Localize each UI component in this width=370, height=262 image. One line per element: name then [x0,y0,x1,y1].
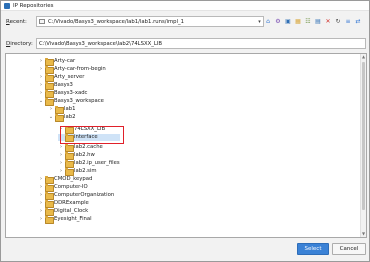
folder-open-icon [45,98,54,106]
folder-icon [65,168,74,176]
folder-icon [65,144,74,152]
window-title: IP Repositories [13,2,54,9]
folder-icon [65,152,74,160]
folder-icon [45,208,54,216]
title-bar: IP Repositories [1,1,369,11]
tree-item[interactable]: › DDRExample [38,199,89,208]
folder-icon [45,58,54,66]
tree-item[interactable]: › lab2.cache [58,143,103,152]
hierarchy-icon[interactable]: ☷ [304,18,312,26]
home-icon[interactable]: ⌂ [264,18,272,26]
chevron-right-icon[interactable]: › [38,90,44,96]
settings-icon[interactable]: ⚙ [274,18,282,26]
sync-icon[interactable]: ⇄ [354,18,362,26]
folder-icon [55,106,64,114]
tree-item[interactable]: ⌄ Basys3_workspace [38,97,104,106]
tree-item[interactable]: › CMOD_keypad [38,175,92,184]
collapse-icon[interactable]: ≡ [344,18,352,26]
desktop-icon[interactable]: ▣ [284,18,292,26]
tree-item[interactable]: › lab2.ip_user_files [58,159,120,168]
folder-open-icon [55,114,64,122]
folder-icon [45,192,54,200]
chevron-down-icon[interactable]: ⌄ [48,114,54,120]
directory-label: Directory: [6,40,33,47]
chevron-right-icon[interactable]: › [38,184,44,190]
folder-icon [45,74,54,82]
folder-icon [45,216,54,224]
recent-label: Recent: [6,18,27,25]
toolbar: ⌂ ⚙ ▣ ▦ ☷ ▤ ✕ ↻ ≡ ⇄ [264,16,362,27]
tree-item[interactable]: › Arty_server [38,73,84,82]
chevron-right-icon[interactable]: › [58,168,64,174]
tree-item[interactable]: › lab2.sim [58,167,97,176]
tree-item[interactable]: › Digital_Clock [38,207,88,216]
scroll-up-icon[interactable]: ▲ [361,54,366,60]
chevron-right-icon[interactable]: › [58,152,64,158]
folder-tree[interactable]: › Arty-car › Arty-car-from-begin › Arty_ser… [5,53,367,238]
chevron-right-icon[interactable]: › [38,208,44,214]
folder-icon [45,82,54,90]
chevron-down-icon[interactable]: ⌄ [38,98,44,104]
folder-icon [45,200,54,208]
ip-repositories-dialog: IP Repositories Recent: C:/Vivado/Basys3… [0,0,370,262]
directory-row: Directory: C:\Vivado\Basys3_workspace\la… [6,38,368,49]
chevron-right-icon[interactable]: › [58,160,64,166]
select-button[interactable]: Select [297,243,329,255]
recent-combobox[interactable]: C:/Vivado/Basys3_workspace/lab1/lab1.run… [36,16,264,27]
tree-item[interactable]: › lab1 [48,105,75,114]
tree-item[interactable]: › lab2.hw [58,151,95,160]
folder-icon [45,90,54,98]
directory-field[interactable]: C:\Vivado\Basys3_workspace\lab2\74LSXX_L… [36,38,366,49]
chevron-right-icon[interactable]: › [38,58,44,64]
tree-item[interactable]: › Basys3 [38,81,73,90]
folder-icon [45,176,54,184]
cancel-button[interactable]: Cancel [332,243,366,255]
chevron-right-icon[interactable]: › [58,144,64,150]
tree-item[interactable]: › Arty-car-from-begin [38,65,106,74]
chevron-right-icon[interactable]: › [38,82,44,88]
scroll-down-icon[interactable]: ▼ [361,231,366,237]
tree-item[interactable]: › Basys3-xadc [38,89,87,98]
delete-icon[interactable]: ✕ [324,18,332,26]
chevron-right-icon[interactable]: › [38,66,44,72]
folder-icon [45,184,54,192]
chevron-right-icon[interactable]: › [38,216,44,222]
chevron-right-icon[interactable]: › [38,176,44,182]
chevron-right-icon[interactable]: › [38,192,44,198]
refresh-icon[interactable]: ↻ [334,18,342,26]
folder-add-icon[interactable]: ▦ [294,18,302,26]
network-icon[interactable]: ▤ [314,18,322,26]
folder-icon [39,19,45,24]
chevron-down-icon[interactable]: ▾ [256,19,263,25]
recent-value: C:/Vivado/Basys3_workspace/lab1/lab1.run… [48,18,184,25]
tree-item[interactable]: ⌄ lab2 [48,113,75,122]
folder-icon [65,160,74,168]
vivado-app-icon [4,2,10,9]
tree-item[interactable]: › ComputerOrganization [38,191,114,200]
folder-icon [45,66,54,74]
chevron-right-icon[interactable]: › [38,74,44,80]
annotation-highlight-box [60,126,124,144]
tree-item[interactable]: › Computer-IO [38,183,88,192]
tree-item[interactable]: › Arty-car [38,57,75,66]
vertical-scrollbar[interactable]: ▲ ▼ [360,54,366,237]
scrollbar-thumb[interactable] [362,62,365,210]
chevron-right-icon[interactable]: › [48,106,54,112]
tree-item[interactable]: › Eyesight_Final [38,215,92,224]
chevron-right-icon[interactable]: › [38,200,44,206]
